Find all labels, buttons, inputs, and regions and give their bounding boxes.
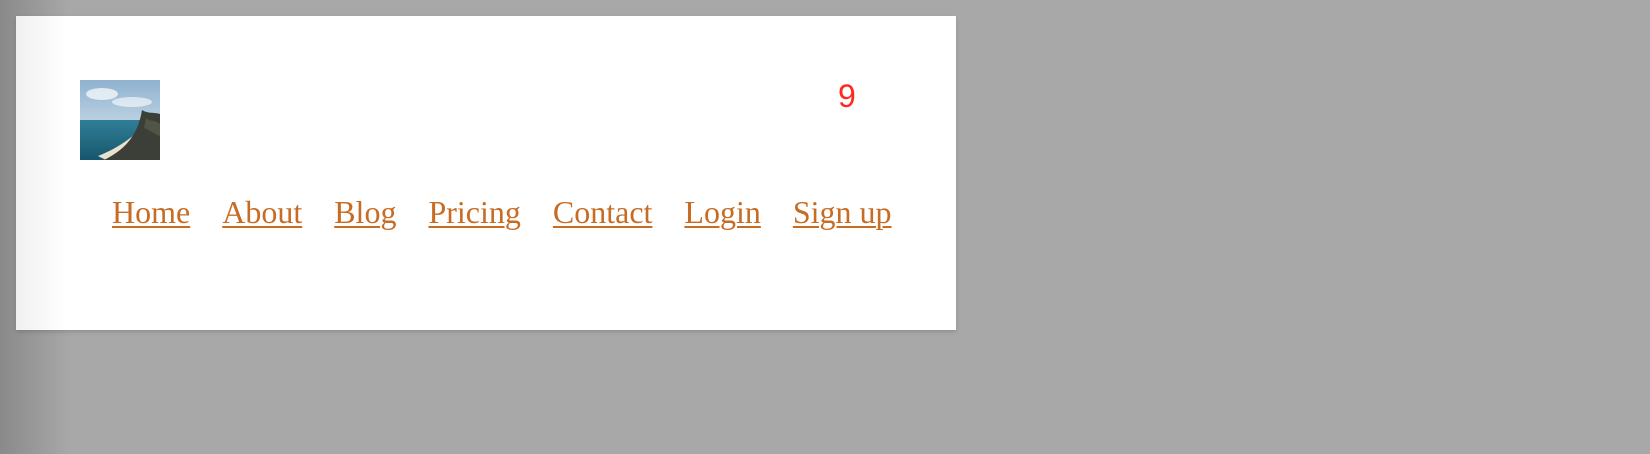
nav-link-contact[interactable]: Contact	[553, 192, 653, 232]
nav-link-pricing[interactable]: Pricing	[428, 192, 520, 232]
coastal-beach-photo-icon	[80, 80, 160, 160]
main-navigation: Home About Blog Pricing Contact Login Si…	[112, 192, 892, 232]
panel-edge-fade	[16, 16, 66, 330]
notification-count: 9	[838, 78, 856, 114]
nav-link-home[interactable]: Home	[112, 192, 190, 232]
nav-link-login[interactable]: Login	[684, 192, 760, 232]
nav-link-about[interactable]: About	[222, 192, 302, 232]
nav-link-blog[interactable]: Blog	[334, 192, 396, 232]
header-panel: 9 Home About Blog Pricing Contact Login …	[16, 16, 956, 330]
nav-link-sign-up[interactable]: Sign up	[793, 192, 892, 232]
